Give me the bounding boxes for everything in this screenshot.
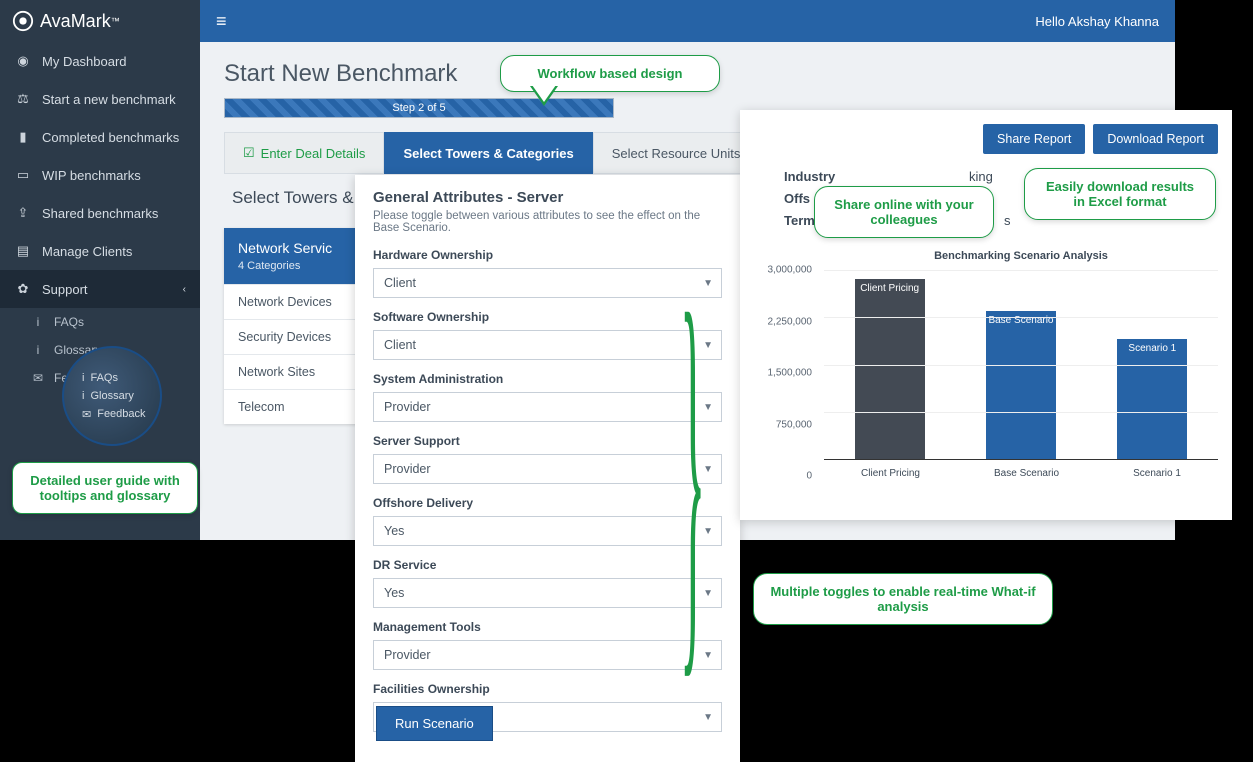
scenario-chart: Benchmarking Scenario Analysis 0750,0001… <box>754 250 1218 510</box>
field-label: Software Ownership <box>373 310 722 324</box>
field-select-0[interactable]: Client <box>373 268 722 298</box>
nav-completed[interactable]: ▮Completed benchmarks <box>0 118 200 156</box>
folder-open-icon: ▭ <box>14 167 32 183</box>
callout-share: Share online with your colleagues <box>814 186 994 238</box>
callout-tail <box>530 86 558 106</box>
field-select-2[interactable]: Provider <box>373 392 722 422</box>
nav-shared[interactable]: ⇪Shared benchmarks <box>0 194 200 232</box>
field-select-6[interactable]: Provider <box>373 640 722 670</box>
field-label: System Administration <box>373 372 722 386</box>
support-lens: iFAQs iGlossary ✉Feedback <box>62 346 162 446</box>
info-icon: i <box>82 372 84 384</box>
bar-0: Client Pricing <box>855 279 925 459</box>
share-icon: ⇪ <box>14 205 32 221</box>
attributes-panel: General Attributes - Server Please toggl… <box>355 175 740 762</box>
folder-icon: ▮ <box>14 129 32 145</box>
nav-wip[interactable]: ▭WIP benchmarks <box>0 156 200 194</box>
field-select-5[interactable]: Yes <box>373 578 722 608</box>
wizard-tab-resource-units[interactable]: Select Resource Units <box>593 132 760 174</box>
panel-title: General Attributes - Server <box>373 189 722 206</box>
mail-icon: ✉ <box>82 408 91 421</box>
info-icon: i <box>82 390 84 402</box>
wizard-tab-deal-details[interactable]: ☑Enter Deal Details <box>224 132 384 174</box>
field-label: DR Service <box>373 558 722 572</box>
logo: AvaMark™ <box>0 0 200 42</box>
nav-clients[interactable]: ▤Manage Clients <box>0 232 200 270</box>
bar-2: Scenario 1 <box>1117 339 1187 459</box>
nav-dashboard[interactable]: ◉My Dashboard <box>0 42 200 80</box>
gear-icon: ✿ <box>14 281 32 297</box>
nav-support[interactable]: ✿Support‹ <box>0 270 200 308</box>
logo-icon <box>12 10 34 32</box>
wizard-tab-towers[interactable]: Select Towers & Categories <box>384 132 592 174</box>
callout-guide: Detailed user guide with tooltips and gl… <box>12 462 198 514</box>
check-icon: ☑ <box>243 145 255 161</box>
callout-toggles: Multiple toggles to enable real-time Wha… <box>753 573 1053 625</box>
field-label: Management Tools <box>373 620 722 634</box>
field-label: Hardware Ownership <box>373 248 722 262</box>
briefcase-icon: ▤ <box>14 243 32 259</box>
panel-hint: Please toggle between various attributes… <box>373 210 722 234</box>
callout-download: Easily download results in Excel format <box>1024 168 1216 220</box>
info-icon: i <box>30 315 46 329</box>
scale-icon: ⚖ <box>14 91 32 107</box>
mail-icon: ✉ <box>30 371 46 385</box>
menu-toggle[interactable]: ≡ <box>216 11 227 32</box>
greeting: Hello Akshay Khanna <box>1035 14 1159 29</box>
field-label: Offshore Delivery <box>373 496 722 510</box>
sub-faqs[interactable]: iFAQs <box>0 308 200 336</box>
field-select-3[interactable]: Provider <box>373 454 722 484</box>
bar-1: Base Scenario <box>986 311 1056 459</box>
info-icon: i <box>30 343 46 357</box>
dashboard-icon: ◉ <box>14 53 32 69</box>
nav-new-benchmark[interactable]: ⚖Start a new benchmark <box>0 80 200 118</box>
chevron-left-icon: ‹ <box>183 284 186 295</box>
share-report-button[interactable]: Share Report <box>983 124 1085 154</box>
field-label: Facilities Ownership <box>373 682 722 696</box>
field-select-4[interactable]: Yes <box>373 516 722 546</box>
field-select-1[interactable]: Client <box>373 330 722 360</box>
field-label: Server Support <box>373 434 722 448</box>
download-report-button[interactable]: Download Report <box>1093 124 1218 154</box>
